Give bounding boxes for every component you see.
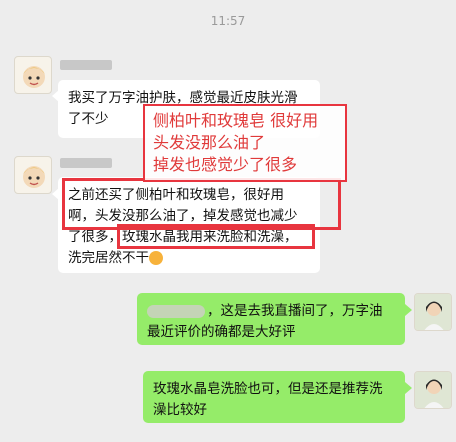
timestamp: 11:57 xyxy=(210,14,246,28)
user-avatar[interactable] xyxy=(414,371,452,409)
grinning-face-emoji-icon xyxy=(149,251,163,265)
contact-name-blurred xyxy=(60,60,112,70)
contact-avatar[interactable] xyxy=(14,56,52,94)
highlight-box xyxy=(62,178,341,230)
person-avatar-icon xyxy=(415,294,451,330)
contact-name-blurred xyxy=(60,158,112,168)
sent-message-bubble[interactable]: 玫瑰水晶皂洗脸也可，但是还是推荐洗澡比较好 xyxy=(143,371,405,423)
annotation-line: 侧柏叶和玫瑰皂 很好用 xyxy=(153,111,319,130)
cartoon-avatar-icon xyxy=(23,66,45,88)
highlight-box xyxy=(117,224,315,249)
cartoon-avatar-icon xyxy=(23,166,45,188)
person-avatar-icon xyxy=(415,372,451,408)
sent-message-bubble[interactable]: ，这是去我直播间了，万字油最近评价的确都是大好评 xyxy=(137,293,405,345)
message-text: 玫瑰水晶皂洗脸也可，但是还是推荐洗澡比较好 xyxy=(153,381,383,418)
bubble-tail xyxy=(405,382,412,394)
blurred-content xyxy=(147,304,205,318)
user-avatar[interactable] xyxy=(414,293,452,331)
annotation-line: 头发没那么油了 xyxy=(153,133,266,152)
contact-avatar[interactable] xyxy=(14,156,52,194)
annotation-line: 掉发也感觉少了很多 xyxy=(153,155,298,174)
bubble-tail xyxy=(405,304,412,316)
annotation-overlay: 侧柏叶和玫瑰皂 很好用 头发没那么油了 掉发也感觉少了很多 xyxy=(143,104,347,182)
